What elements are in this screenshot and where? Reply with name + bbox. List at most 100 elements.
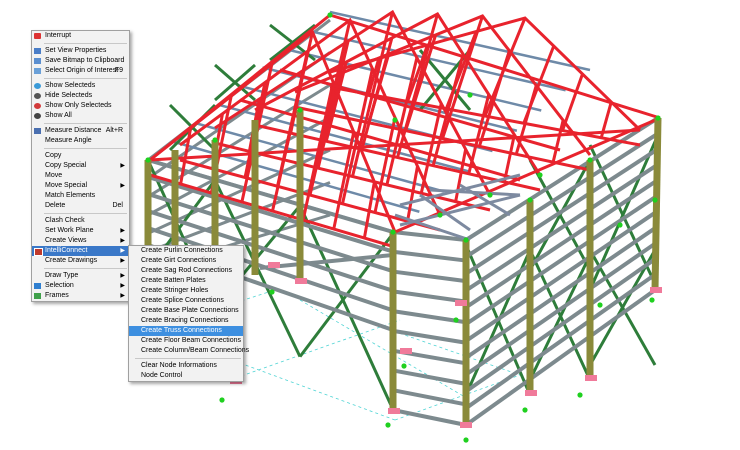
- menu-item-create-base-plate-connections[interactable]: Create Base Plate Connections: [129, 306, 243, 316]
- menu-item-copy-special[interactable]: Copy Special ▶: [32, 161, 129, 171]
- menu-item-label: Save Bitmap to Clipboard: [45, 57, 125, 64]
- base-plate: [455, 300, 467, 306]
- menu-item-create-sag-rod-connections[interactable]: Create Sag Rod Connections: [129, 266, 243, 276]
- menu-item-create-girt-connections[interactable]: Create Girt Connections: [129, 256, 243, 266]
- menu-item-label: Create Views: [45, 237, 87, 244]
- menu-item-draw-type[interactable]: Draw Type ▶: [32, 271, 129, 281]
- menu-item-node-control[interactable]: Node Control: [129, 371, 243, 381]
- submenu-arrow-icon: ▶: [120, 248, 125, 254]
- menu-item-clash-check[interactable]: Clash Check: [32, 216, 129, 226]
- connection-node[interactable]: [652, 197, 658, 203]
- menu-item-show-only-selecteds[interactable]: Show Only Selecteds: [32, 101, 129, 111]
- connection-node[interactable]: [463, 437, 469, 443]
- menu-item-measure-distance[interactable]: Measure Distance Alt+R: [32, 126, 129, 136]
- front-girt: [392, 368, 467, 386]
- connection-node[interactable]: [390, 229, 396, 235]
- connection-node[interactable]: [655, 115, 661, 121]
- base-plate: [525, 390, 537, 396]
- menu-item-select-origin-of-interest[interactable]: Select Origin of Interest F9: [32, 66, 129, 76]
- menu-item-label: Create Floor Beam Connections: [141, 337, 241, 344]
- connection-node[interactable]: [212, 137, 218, 143]
- menu-item-label: Node Control: [141, 372, 183, 379]
- intelliconnect-submenu: Create Purlin Connections Create Girt Con…: [128, 245, 249, 382]
- connection-node[interactable]: [437, 212, 443, 218]
- connection-node[interactable]: [537, 172, 543, 178]
- menu-item-frames[interactable]: Frames ▶: [32, 291, 129, 301]
- menu-item-create-purlin-connections[interactable]: Create Purlin Connections: [129, 246, 243, 256]
- connection-node[interactable]: [463, 237, 469, 243]
- menu-item-label: Delete: [45, 202, 66, 209]
- menu-item-label: Set View Properties: [45, 47, 107, 54]
- side-girt: [464, 178, 659, 309]
- connection-node[interactable]: [649, 297, 655, 303]
- menu-item-set-view-properties[interactable]: Set View Properties: [32, 46, 129, 56]
- front-girt: [392, 328, 467, 345]
- connection-node[interactable]: [527, 197, 533, 203]
- menu-separator: [44, 78, 127, 79]
- menu-item-shortcut: Alt+R: [105, 127, 123, 134]
- menu-item-intelliconnect[interactable]: IntelliConnect ▶: [32, 246, 129, 256]
- menu-item-set-work-plane[interactable]: Set Work Plane ▶: [32, 226, 129, 236]
- connection-node[interactable]: [617, 222, 623, 228]
- connection-node[interactable]: [487, 192, 493, 198]
- menu-item-create-splice-connections[interactable]: Create Splice Connections: [129, 296, 243, 306]
- menu-item-measure-angle[interactable]: Measure Angle: [32, 136, 129, 146]
- menu-item-interrupt[interactable]: Interrupt: [32, 31, 129, 41]
- menu-item-selection[interactable]: Selection ▶: [32, 281, 129, 291]
- menu-item-copy[interactable]: Copy: [32, 151, 129, 161]
- menu-item-label: Measure Angle: [45, 137, 92, 144]
- connection-node[interactable]: [269, 289, 275, 295]
- menu-item-label: Interrupt: [45, 32, 72, 39]
- menu-item-delete[interactable]: Delete Del: [32, 201, 129, 211]
- show-only-icon: [34, 103, 41, 109]
- menu-item-move-special[interactable]: Move Special ▶: [32, 181, 129, 191]
- connection-node[interactable]: [327, 12, 333, 18]
- menu-separator: [44, 268, 127, 269]
- menu-item-shortcut: F9: [114, 67, 123, 74]
- menu-item-create-stringer-holes[interactable]: Create Stringer Holes: [129, 286, 243, 296]
- menu-item-label: Create Drawings: [45, 257, 98, 264]
- connection-node[interactable]: [297, 107, 303, 113]
- submenu-arrow-icon: ▶: [120, 163, 125, 169]
- menu-item-label: Move Special: [45, 182, 88, 189]
- base-plate: [460, 422, 472, 428]
- menu-item-label: Clash Check: [45, 217, 85, 224]
- connection-node[interactable]: [385, 422, 391, 428]
- connection-node[interactable]: [219, 397, 225, 403]
- menu-item-match-elements[interactable]: Match Elements: [32, 191, 129, 201]
- menu-item-create-column-beam-connections[interactable]: Create Column/Beam Connections: [129, 346, 249, 356]
- menu-item-clear-node-informations[interactable]: Clear Node Informations: [129, 361, 243, 371]
- menu-item-label: Create Girt Connections: [141, 257, 217, 264]
- menu-item-create-batten-plates[interactable]: Create Batten Plates: [129, 276, 243, 286]
- menu-item-move[interactable]: Move: [32, 171, 129, 181]
- origin-icon: [34, 68, 41, 74]
- menu-item-create-truss-connections[interactable]: Create Truss Connections: [129, 326, 243, 336]
- submenu-arrow-icon: ▶: [120, 293, 125, 299]
- menu-item-show-selecteds[interactable]: Show Selecteds: [32, 81, 129, 91]
- menu-item-create-bracing-connections[interactable]: Create Bracing Connections: [129, 316, 243, 326]
- menu-item-label: Copy Special: [45, 162, 87, 169]
- menu-item-create-floor-beam-connections[interactable]: Create Floor Beam Connections: [129, 336, 243, 346]
- connection-node[interactable]: [401, 363, 407, 369]
- menu-item-label: Frames: [45, 292, 69, 299]
- context-menu: Interrupt Set View Properties Save Bitmap …: [31, 30, 130, 302]
- menu-item-create-drawings[interactable]: Create Drawings ▶: [32, 256, 129, 266]
- connection-node[interactable]: [453, 317, 459, 323]
- view-properties-icon: [34, 48, 41, 54]
- connection-node[interactable]: [587, 157, 593, 163]
- connection-node[interactable]: [577, 392, 583, 398]
- menu-item-save-bitmap-to-clipboard[interactable]: Save Bitmap to Clipboard: [32, 56, 129, 66]
- menu-item-label: Show Selecteds: [45, 82, 96, 89]
- menu-item-hide-selecteds[interactable]: Hide Selecteds: [32, 91, 129, 101]
- menu-item-label: Measure Distance: [45, 127, 102, 134]
- menu-item-show-all[interactable]: Show All: [32, 111, 129, 121]
- connection-node[interactable]: [145, 157, 151, 163]
- base-plate: [388, 408, 400, 414]
- connection-node[interactable]: [467, 92, 473, 98]
- menu-item-create-views[interactable]: Create Views ▶: [32, 236, 129, 246]
- connection-node[interactable]: [597, 302, 603, 308]
- submenu-arrow-icon: ▶: [120, 183, 125, 189]
- connection-node[interactable]: [522, 407, 528, 413]
- submenu-arrow-icon: ▶: [120, 258, 125, 264]
- connection-node[interactable]: [392, 117, 398, 123]
